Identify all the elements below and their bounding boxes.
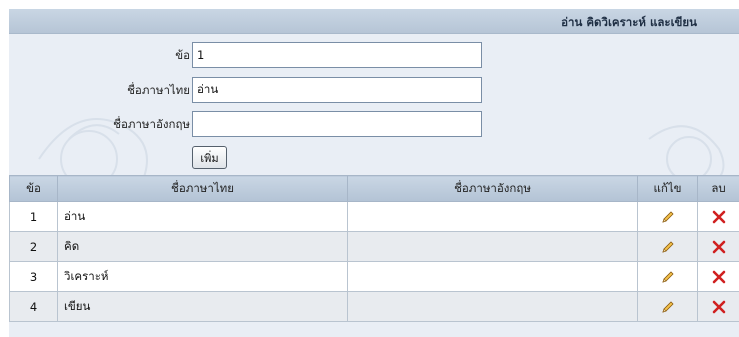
page-title: อ่าน คิดวิเคราะห์ และเขียน: [561, 15, 697, 29]
pencil-icon[interactable]: [660, 209, 676, 225]
delete-cell: [697, 291, 739, 322]
english-name-cell: [347, 201, 638, 232]
edit-cell: [637, 201, 698, 232]
column-header-no: ข้อ: [9, 175, 58, 202]
pencil-icon[interactable]: [660, 269, 676, 285]
row-number-cell: 4: [9, 291, 58, 322]
pencil-icon[interactable]: [660, 239, 676, 255]
items-table: ข้อ ชื่อภาษาไทย ชื่อภาษาอังกฤษ แก้ไข ลบ …: [9, 175, 739, 322]
thai-name-input[interactable]: [192, 77, 482, 103]
thai-name-label: ชื่อภาษาไทย: [127, 83, 190, 97]
table-row: 3 วิเคราะห์: [9, 261, 739, 292]
column-header-delete: ลบ: [697, 175, 739, 202]
x-delete-icon[interactable]: [711, 209, 727, 225]
english-name-label: ชื่อภาษาอังกฤษ: [113, 117, 190, 131]
x-delete-icon[interactable]: [711, 299, 727, 315]
table-row: 1 อ่าน: [9, 201, 739, 232]
thai-name-cell: เขียน: [57, 291, 348, 322]
form-row-english-name: ชื่อภาษาอังกฤษ: [9, 111, 739, 137]
english-name-cell: [347, 231, 638, 262]
column-header-thai-name: ชื่อภาษาไทย: [57, 175, 348, 202]
edit-cell: [637, 231, 698, 262]
delete-cell: [697, 261, 739, 292]
form-row-thai-name: ชื่อภาษาไทย: [9, 77, 739, 103]
item-no-input[interactable]: [192, 42, 482, 68]
pencil-icon[interactable]: [660, 299, 676, 315]
table-header-row: ข้อ ชื่อภาษาไทย ชื่อภาษาอังกฤษ แก้ไข ลบ: [9, 175, 739, 202]
item-no-label: ข้อ: [175, 48, 190, 62]
table-row: 4 เขียน: [9, 291, 739, 322]
title-bar: อ่าน คิดวิเคราะห์ และเขียน: [9, 9, 739, 34]
column-header-english-name: ชื่อภาษาอังกฤษ: [347, 175, 638, 202]
add-button[interactable]: เพิ่ม: [192, 146, 227, 169]
content-panel: อ่าน คิดวิเคราะห์ และเขียน ข้อ ชื่อภาษาไ…: [9, 9, 739, 337]
x-delete-icon[interactable]: [711, 269, 727, 285]
edit-cell: [637, 261, 698, 292]
form-row-item-no: ข้อ: [9, 42, 739, 68]
english-name-cell: [347, 261, 638, 292]
row-number-cell: 2: [9, 231, 58, 262]
x-delete-icon[interactable]: [711, 239, 727, 255]
column-header-edit: แก้ไข: [637, 175, 698, 202]
thai-name-cell: คิด: [57, 231, 348, 262]
delete-cell: [697, 201, 739, 232]
thai-name-cell: อ่าน: [57, 201, 348, 232]
row-number-cell: 1: [9, 201, 58, 232]
table-footer: [9, 327, 739, 337]
english-name-cell: [347, 291, 638, 322]
edit-cell: [637, 291, 698, 322]
row-number-cell: 3: [9, 261, 58, 292]
delete-cell: [697, 231, 739, 262]
thai-name-cell: วิเคราะห์: [57, 261, 348, 292]
table-row: 2 คิด: [9, 231, 739, 262]
english-name-input[interactable]: [192, 111, 482, 137]
